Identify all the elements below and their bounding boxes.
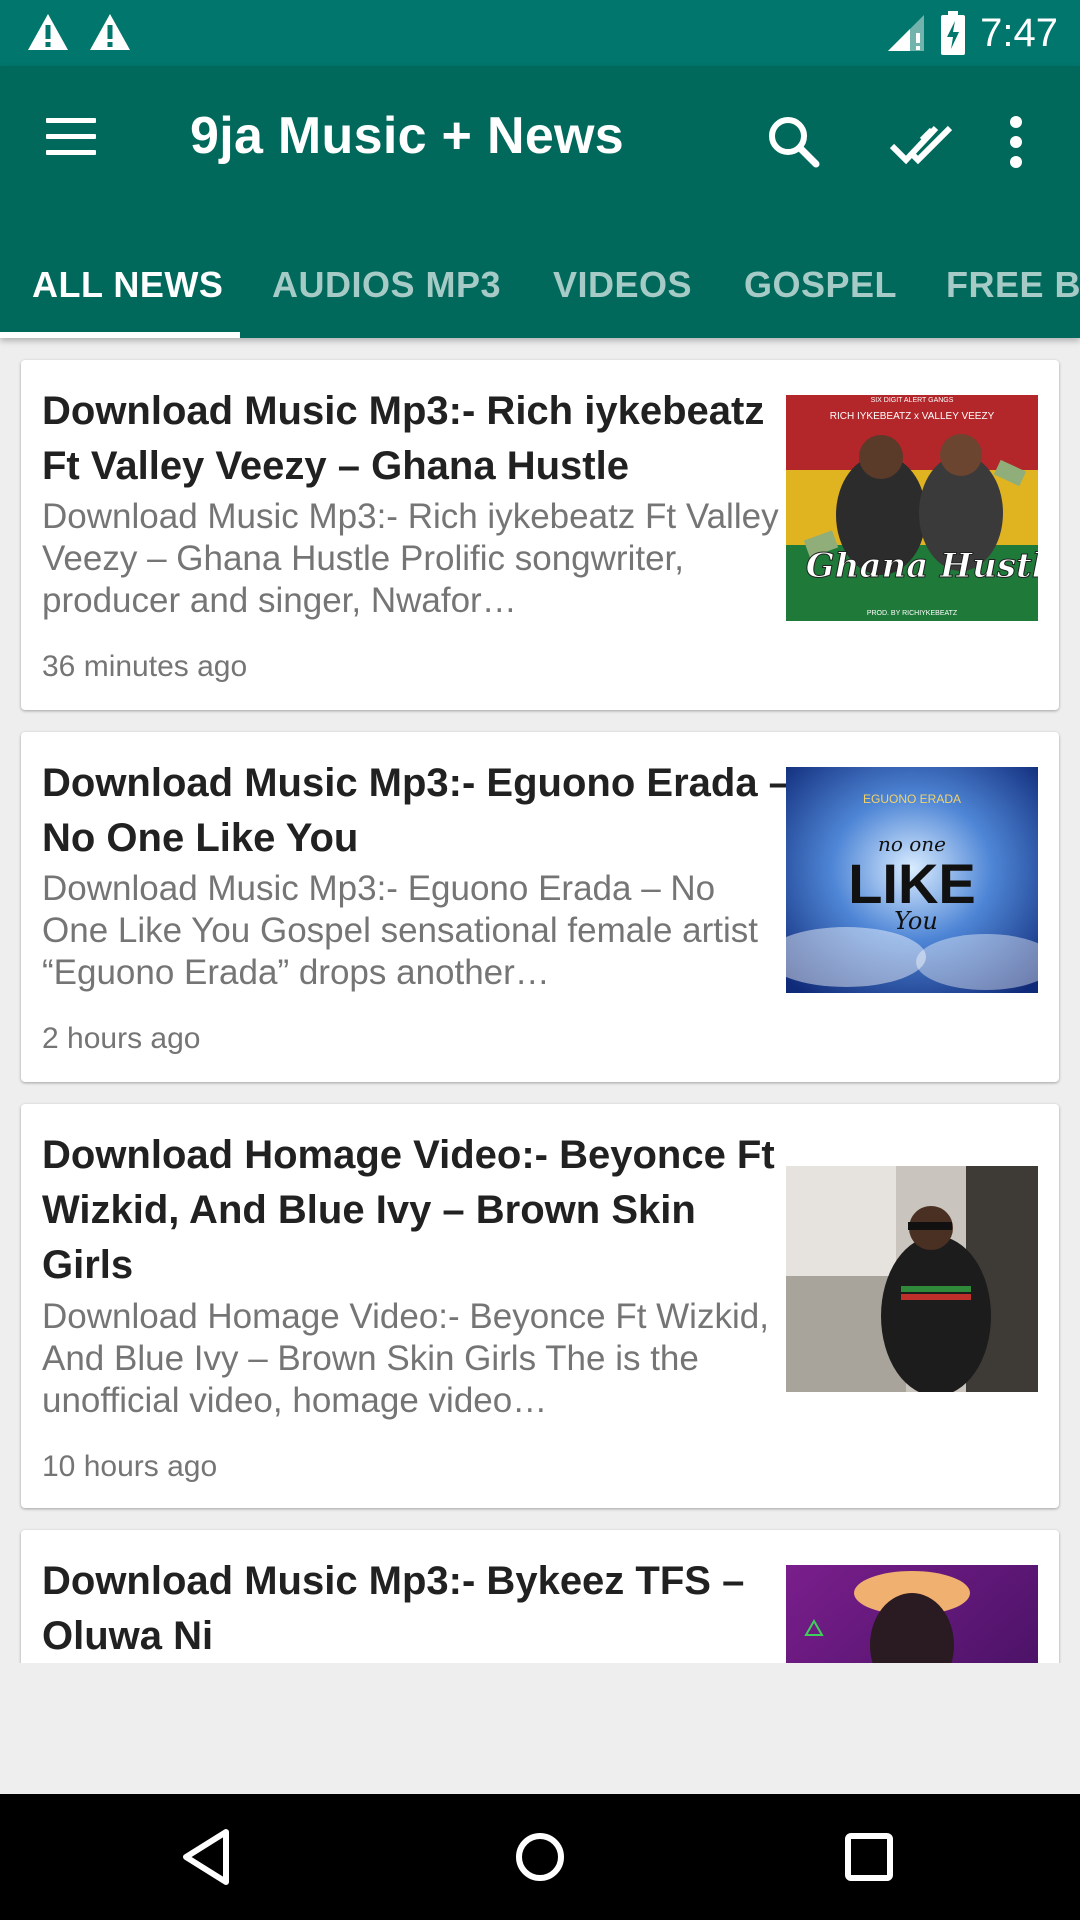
tab-gospel[interactable]: GOSPEL (744, 234, 897, 338)
menu-icon[interactable] (44, 114, 100, 160)
tab-free-beats[interactable]: FREE BEATS (946, 234, 1080, 338)
tab-audios-mp3[interactable]: AUDIOS MP3 (272, 234, 501, 338)
status-time: 7:47 (980, 10, 1058, 55)
svg-text:You: You (894, 907, 938, 935)
tab-videos[interactable]: VIDEOS (553, 234, 692, 338)
status-bar: 7:47 (0, 0, 1080, 66)
system-nav-bar (0, 1794, 1080, 1920)
article-thumbnail (786, 1166, 1038, 1392)
article-thumbnail: EGUONO ERADA no one LIKE You (786, 767, 1038, 993)
svg-text:PROD. BY RICHIYKEBEATZ: PROD. BY RICHIYKEBEATZ (867, 610, 958, 617)
back-icon[interactable] (176, 1824, 242, 1890)
article-time: 10 hours ago (42, 1450, 218, 1483)
article-thumbnail: SIX DIGIT ALERT GANGS RICH IYKEBEATZ x V… (786, 395, 1038, 621)
article-card[interactable]: Download Homage Video:- Beyonce Ft Wizki… (21, 1104, 1059, 1508)
warning-icon (28, 14, 68, 50)
news-feed[interactable]: Download Music Mp3:- Rich iykebeatz Ft V… (0, 338, 1080, 1663)
tab-all-news[interactable]: ALL NEWS (32, 234, 223, 338)
app-title: 9ja Music + News (190, 107, 625, 165)
article-title: Download Music Mp3:- Bykeez TFS – Oluwa … (42, 1559, 745, 1658)
svg-text:LIKE: LIKE (848, 852, 976, 915)
article-title: Download Music Mp3:- Eguono Erada – No O… (42, 761, 791, 860)
svg-text:Ghana Hustle: Ghana Hustle (806, 546, 1038, 586)
signal-icon (888, 15, 925, 51)
app-bar: 9ja Music + News ALL NEWS AUDIOS MP3 VID… (0, 66, 1080, 338)
article-time: 36 minutes ago (42, 650, 248, 683)
more-vert-icon[interactable] (1000, 110, 1032, 174)
article-excerpt: Download Homage Video:- Beyonce Ft Wizki… (42, 1297, 769, 1420)
article-excerpt: Download Music Mp3:- Eguono Erada – No O… (42, 869, 758, 992)
recents-icon[interactable] (836, 1824, 902, 1890)
article-thumbnail (786, 1565, 1038, 1663)
mark-all-read-icon[interactable] (888, 110, 958, 174)
search-icon[interactable] (762, 110, 826, 174)
article-card[interactable]: Download Music Mp3:- Rich iykebeatz Ft V… (21, 360, 1059, 710)
battery-charging-icon (941, 11, 966, 55)
article-title: Download Music Mp3:- Rich iykebeatz Ft V… (42, 389, 765, 488)
home-icon[interactable] (507, 1824, 573, 1890)
tab-indicator (0, 332, 240, 338)
warning-icon (90, 14, 130, 50)
svg-text:RICH IYKEBEATZ x VALLEY VEEZ: RICH IYKEBEATZ x VALLEY VEEZY (830, 411, 995, 422)
article-card[interactable]: Download Music Mp3:- Eguono Erada – No O… (21, 732, 1059, 1082)
article-time: 2 hours ago (42, 1022, 201, 1055)
article-excerpt: Download Music Mp3:- Rich iykebeatz Ft V… (42, 497, 779, 620)
svg-text:SIX DIGIT ALERT GANGS: SIX DIGIT ALERT GANGS (871, 397, 954, 404)
toolbar: 9ja Music + News (0, 66, 1080, 214)
article-card[interactable]: Download Music Mp3:- Bykeez TFS – Oluwa … (21, 1530, 1059, 1663)
tab-bar: ALL NEWS AUDIOS MP3 VIDEOS GOSPEL FREE B… (0, 234, 1080, 338)
article-title: Download Homage Video:- Beyonce Ft Wizki… (42, 1133, 775, 1287)
svg-text:EGUONO ERADA: EGUONO ERADA (863, 792, 961, 806)
